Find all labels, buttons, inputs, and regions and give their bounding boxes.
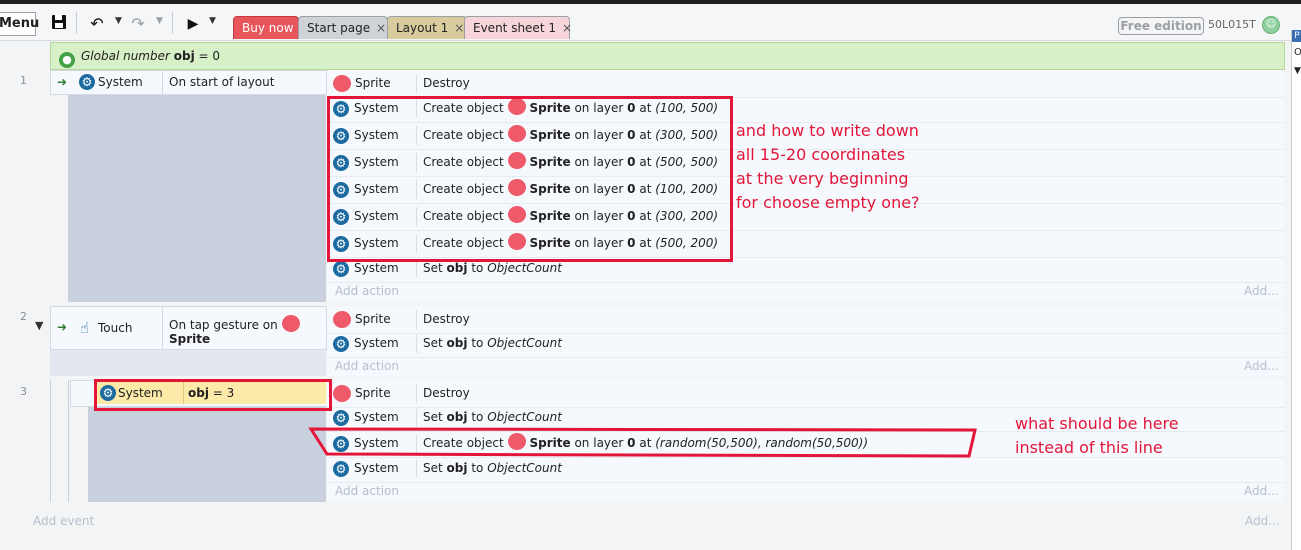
action-text: Destroy [423,312,470,326]
add-event-link[interactable]: Add event [33,514,94,528]
event-number: 1 [20,74,27,87]
play-icon[interactable]: ▶ [184,14,202,34]
menu-button[interactable]: Menu [0,12,39,36]
tab-label: Event sheet 1 [473,21,556,35]
add-event-more-link[interactable]: Add... [1245,514,1280,528]
condition-text: On start of layout [169,75,275,89]
condition-row[interactable]: ➜ ⚙ System On start of layout [50,70,327,95]
condition-object: Touch [98,321,133,335]
add-more-link[interactable]: Add... [1244,484,1279,498]
toolbar-separator [76,12,77,34]
global-var-value: = 0 [198,49,221,63]
add-action-link[interactable]: Add action [335,284,399,298]
chevron-down-icon[interactable]: ▼ [1294,66,1301,76]
add-action-link[interactable]: Add action [335,359,399,373]
save-icon[interactable] [50,14,68,34]
toolbar-separator [172,12,173,34]
gear-icon: ⚙ [333,260,349,277]
undo-icon[interactable]: ↶ [87,14,107,34]
tab-label: Start page [307,21,371,35]
global-var-name: obj [173,49,195,63]
annotation-note-random-line: what should be here instead of this line [1015,414,1179,457]
annotation-box-random-line [308,427,977,458]
sprite-icon [281,315,300,332]
tab-label: Buy now [242,21,294,35]
panel-label-o: O [1294,47,1301,58]
annotation-box-coordinates [327,96,733,262]
action-object: Sprite [355,76,391,90]
global-variable-row[interactable]: ● Global number obj = 0 [50,42,1285,70]
gear-icon: ⚙ [333,460,349,477]
arrow-right-icon: ➜ [57,75,68,89]
action-object: Sprite [355,386,391,400]
undo-dropdown-icon[interactable]: ▼ [115,16,122,26]
sprite-icon [333,75,351,92]
annotation-note-coordinates: and how to write down all 15-20 coordina… [736,121,920,212]
action-object: System [354,336,399,350]
avatar[interactable]: ☺ [1262,16,1280,34]
event-number: 3 [20,385,27,398]
condition-object: System [98,75,143,89]
right-panel-edge: P O ▼ [1291,30,1301,550]
action-text: Destroy [423,76,470,90]
redo-dropdown-icon[interactable]: ▼ [156,16,163,26]
sprite-icon [333,311,351,328]
actions-panel: Sprite Destroy ⚙ System Set obj to Object… [327,306,1284,376]
add-more-link[interactable]: Add... [1244,359,1279,373]
user-id: 50L015T [1208,18,1256,31]
collapse-toggle-icon[interactable]: ▼ [35,319,43,332]
annotation-box-condition [94,379,332,411]
tab-start-page[interactable]: Start page × [298,16,388,39]
tab-buy-now[interactable]: Buy now [233,16,299,39]
close-icon[interactable]: × [562,21,572,35]
action-text: Destroy [423,386,470,400]
arrow-right-icon: ➜ [57,320,68,334]
global-prefix: Global number [81,49,170,63]
panel-tab-p[interactable]: P [1292,30,1301,42]
event-block[interactable] [68,70,326,302]
toolbar: Menu ↶ ▼ ↷ ▼ ▶ ▼ Buy now Start page × Lay… [0,4,1301,41]
action-object: Sprite [355,312,391,326]
action-row[interactable]: Sprite Destroy [327,70,1284,98]
tab-label: Layout 1 [396,21,449,35]
condition-sprite: Sprite [169,332,211,346]
add-more-link[interactable]: Add... [1244,284,1279,298]
close-icon[interactable]: × [376,21,386,35]
condition-text: On tap gesture on [169,315,304,332]
condition-row[interactable]: ➜ ☝ Touch On tap gesture on Sprite [50,306,327,350]
sprite-icon [333,385,351,402]
touch-icon: ☝ [80,319,90,337]
tab-layout-1[interactable]: Layout 1 × [387,16,467,39]
event-number: 2 [20,310,27,323]
gear-icon: ⚙ [333,335,349,352]
action-row[interactable]: ⚙ System Set obj to ObjectCount [327,330,1284,358]
play-dropdown-icon[interactable]: ▼ [209,16,216,26]
close-icon[interactable]: × [454,21,464,35]
action-text: Set obj to ObjectCount [423,336,562,350]
tab-event-sheet-1[interactable]: Event sheet 1 × [464,16,572,39]
free-edition-badge[interactable]: Free edition [1118,17,1204,35]
globe-icon: ● [59,52,75,68]
gear-icon: ⚙ [79,74,95,90]
redo-icon[interactable]: ↷ [128,14,148,34]
add-action-link[interactable]: Add action [335,484,399,498]
